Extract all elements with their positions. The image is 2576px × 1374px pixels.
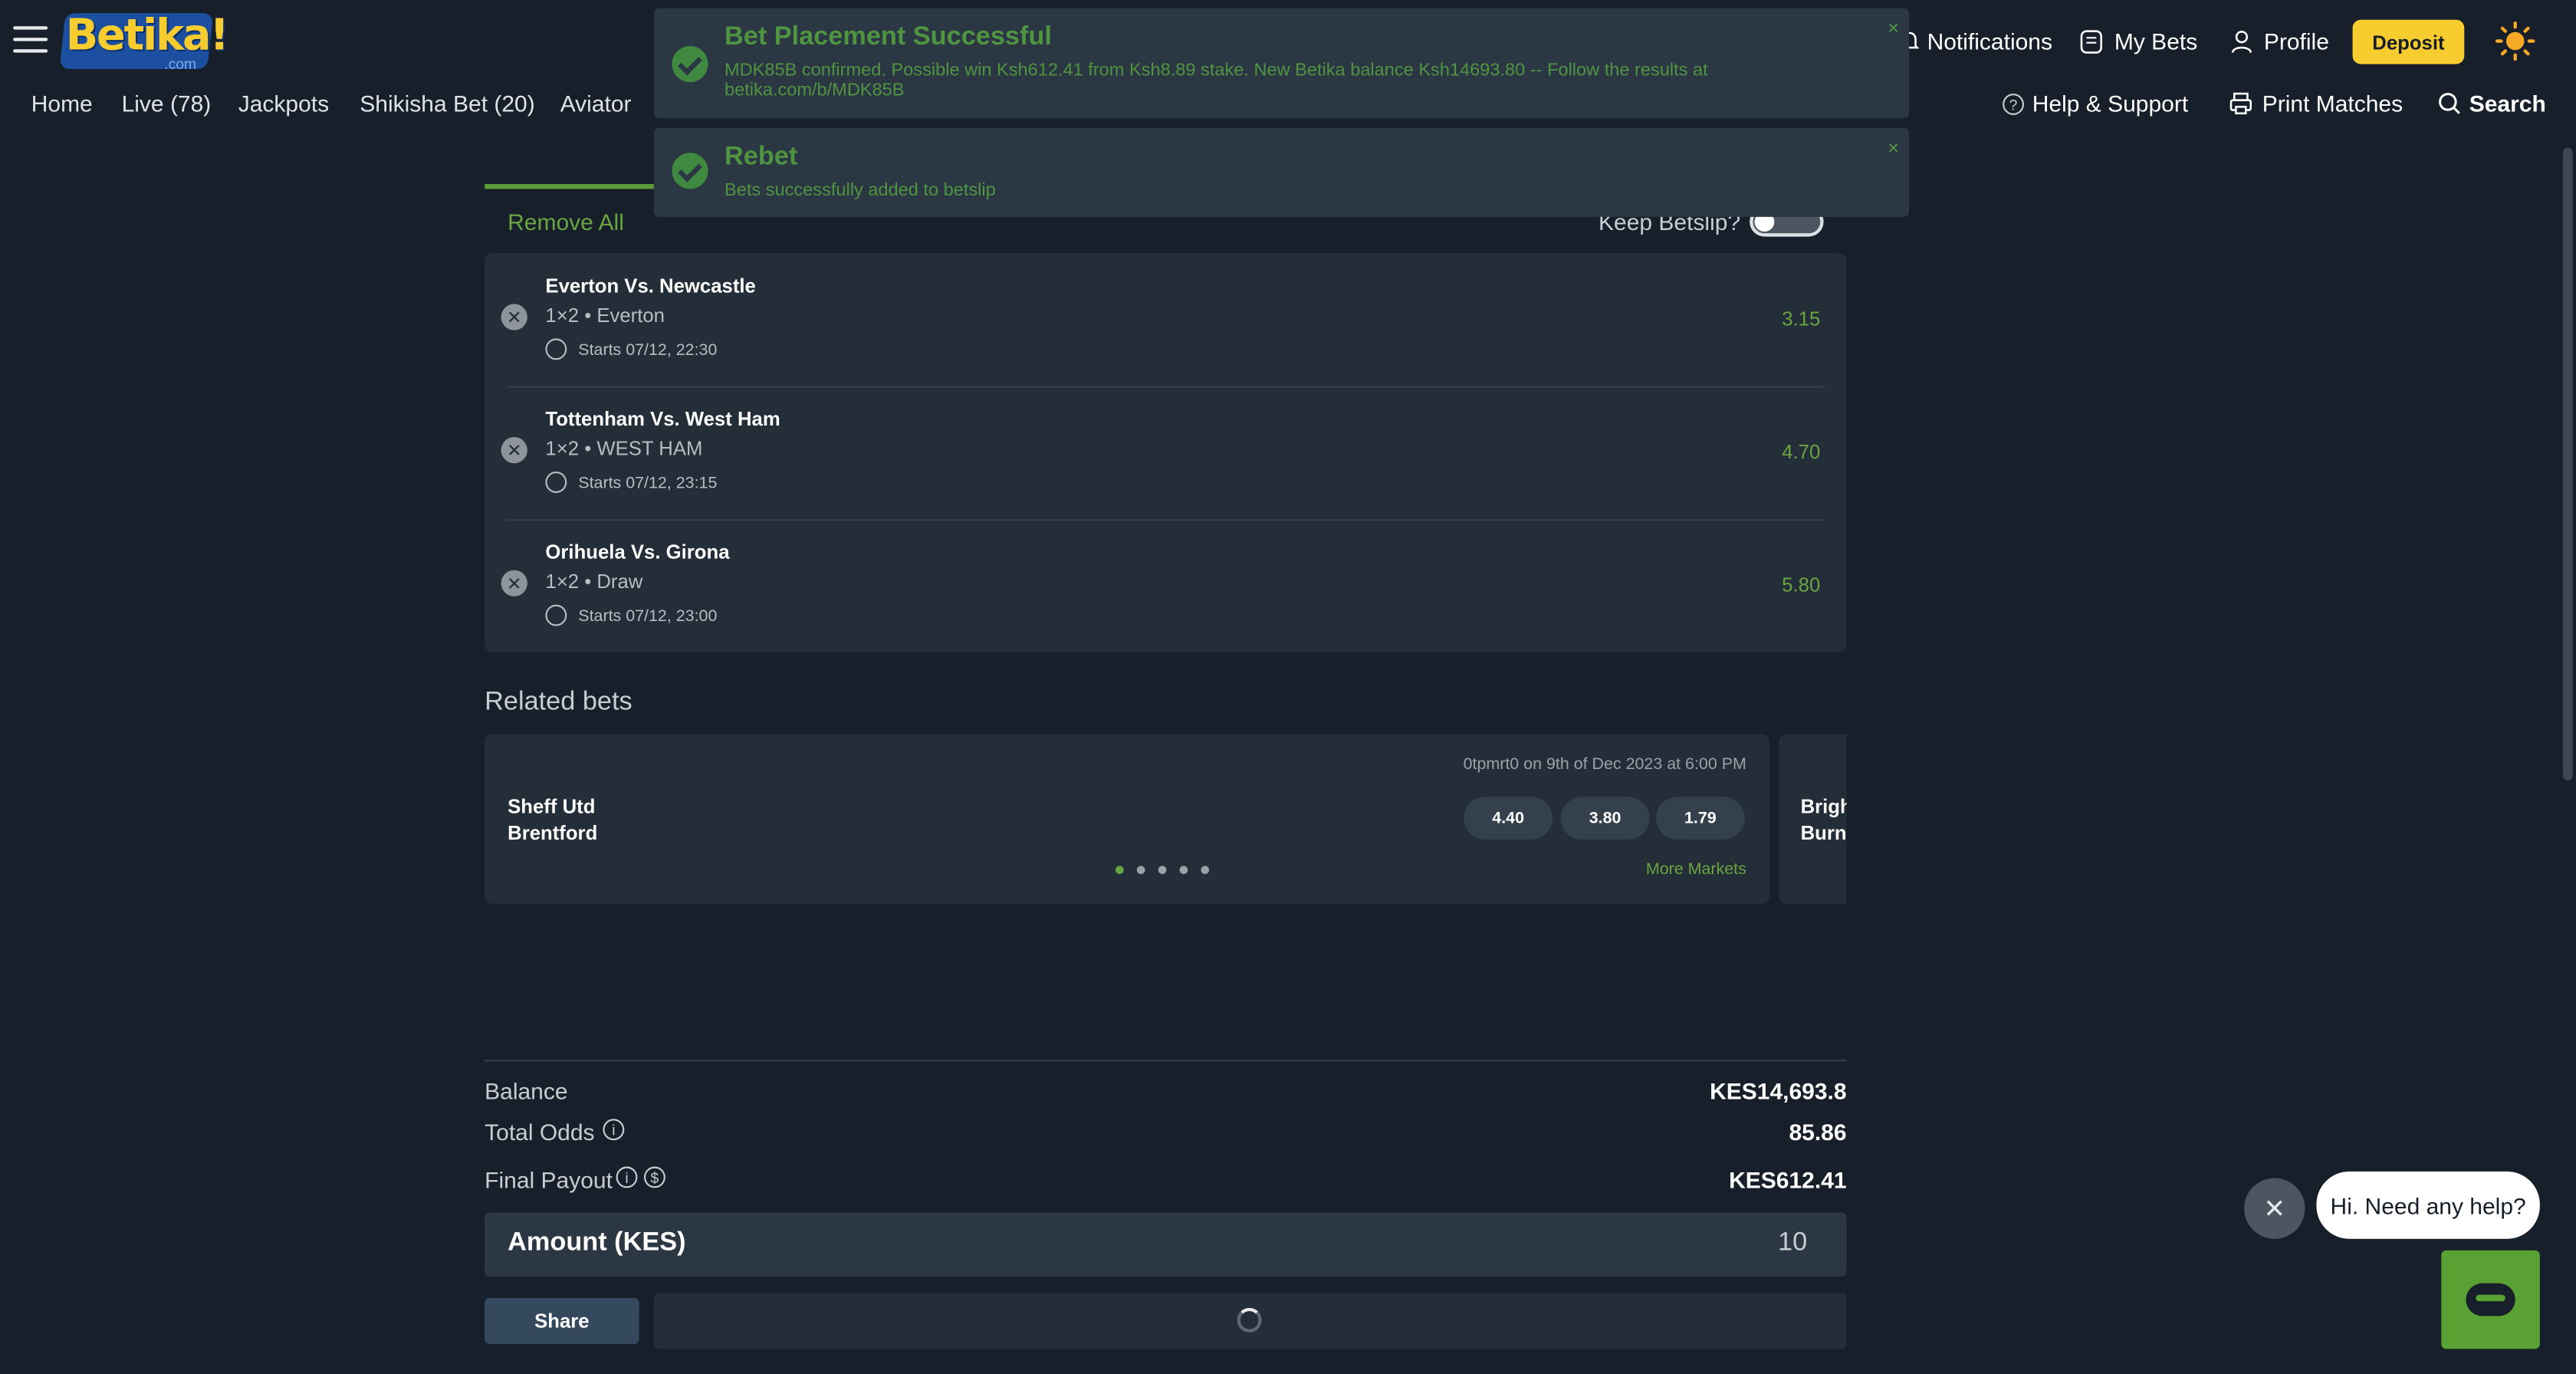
remove-bet-icon[interactable]: ✕ <box>501 304 527 330</box>
help-icon: ? <box>2003 94 2024 115</box>
amount-input[interactable]: Amount (KES) 10 <box>485 1212 1847 1277</box>
bet-market: 1×2 • WEST HAM <box>545 437 703 460</box>
carousel-dots[interactable] <box>1116 866 1210 874</box>
close-icon[interactable]: × <box>1888 136 1899 159</box>
final-payout-value: KES612.41 <box>1729 1166 1847 1193</box>
logo-suffix: .com <box>164 55 197 73</box>
close-icon[interactable]: × <box>1888 16 1899 39</box>
user-icon <box>2231 31 2252 53</box>
related-bet-card[interactable]: 0tpmrt0 on 9th of Dec 2023 at 6:00 PM Sh… <box>485 734 1769 904</box>
coins-icon[interactable]: $ <box>644 1166 665 1188</box>
logo[interactable]: Betika! <box>66 12 229 61</box>
profile-link[interactable]: Profile <box>2264 28 2329 54</box>
amount-label: Amount (KES) <box>508 1228 686 1257</box>
bet-match: Everton Vs. Newcastle <box>545 274 756 297</box>
chat-close-button[interactable]: ✕ <box>2244 1178 2305 1239</box>
bet-market: 1×2 • Everton <box>545 304 665 327</box>
bet-start-time: Starts 07/12, 22:30 <box>578 341 718 360</box>
printer-icon <box>2229 92 2252 115</box>
more-markets-link[interactable]: More Markets <box>1646 861 1746 879</box>
betslip-tab-indicator <box>485 184 658 189</box>
toast-body: Bets successfully added to betslip <box>724 180 996 201</box>
odd-away-button[interactable]: 1.79 <box>1656 797 1745 840</box>
bet-match: Tottenham Vs. West Ham <box>545 407 780 431</box>
final-payout-label: Final Payout <box>485 1166 613 1193</box>
remove-bet-icon[interactable]: ✕ <box>501 570 527 597</box>
place-bet-button[interactable] <box>653 1293 1847 1349</box>
odd-draw-button[interactable]: 3.80 <box>1560 797 1650 840</box>
nav-shikisha-bet[interactable]: Shikisha Bet (20) <box>360 90 534 117</box>
bet-start-time: Starts 07/12, 23:15 <box>578 475 718 493</box>
remove-bet-icon[interactable]: ✕ <box>501 437 527 464</box>
help-support-link[interactable]: Help & Support <box>2032 90 2188 117</box>
info-icon[interactable]: i <box>616 1166 638 1188</box>
deposit-button[interactable]: Deposit <box>2352 19 2465 64</box>
related-away-team: Burnl <box>1800 821 1847 845</box>
related-away-team: Brentford <box>508 821 598 845</box>
notifications-link[interactable]: Notifications <box>1927 28 2052 54</box>
related-bet-card[interactable]: Brigh Burnl <box>1779 734 1847 904</box>
amount-value[interactable]: 10 <box>1778 1229 1807 1259</box>
nav-home[interactable]: Home <box>31 90 93 117</box>
clock-icon <box>545 604 567 626</box>
total-odds-label: Total Odds <box>485 1119 595 1146</box>
balance-label: Balance <box>485 1077 568 1104</box>
toast-title: Rebet <box>724 143 798 171</box>
related-date: 0tpmrt0 on 9th of Dec 2023 at 6:00 PM <box>1463 755 1746 774</box>
bet-market: 1×2 • Draw <box>545 570 643 593</box>
chat-greeting[interactable]: Hi. Need any help? <box>2316 1171 2540 1239</box>
remove-all-button[interactable]: Remove All <box>508 209 624 235</box>
nav-aviator[interactable]: Aviator <box>560 90 632 117</box>
chat-icon <box>2466 1283 2515 1316</box>
search-link[interactable]: Search <box>2469 90 2546 117</box>
odd-home-button[interactable]: 4.40 <box>1464 797 1552 840</box>
print-matches-link[interactable]: Print Matches <box>2262 90 2403 117</box>
bet-odd: 5.80 <box>1782 573 1821 597</box>
related-home-team: Sheff Utd <box>508 795 596 819</box>
toast-title: Bet Placement Successful <box>724 23 1052 51</box>
loading-spinner-icon <box>1237 1307 1262 1333</box>
betslip-list: ✕ Everton Vs. Newcastle 1×2 • Everton St… <box>485 253 1847 652</box>
bet-odd: 3.15 <box>1782 307 1821 330</box>
bet-item: ✕ Tottenham Vs. West Ham 1×2 • WEST HAM … <box>485 386 1846 520</box>
nav-live[interactable]: Live (78) <box>122 90 212 117</box>
bet-start-time: Starts 07/12, 23:00 <box>578 607 718 626</box>
total-odds-value: 85.86 <box>1789 1119 1847 1146</box>
nav-jackpots[interactable]: Jackpots <box>238 90 329 117</box>
toast-bet-success: Bet Placement Successful MDK85B confirme… <box>653 8 1909 119</box>
related-home-team: Brigh <box>1800 795 1847 819</box>
receipt-icon <box>2080 30 2103 54</box>
bet-item: ✕ Everton Vs. Newcastle 1×2 • Everton St… <box>485 253 1846 386</box>
sun-icon[interactable] <box>2496 21 2535 61</box>
balance-value: KES14,693.8 <box>1710 1077 1847 1104</box>
toast-rebet: Rebet Bets successfully added to betslip… <box>653 128 1909 217</box>
related-bets-title: Related bets <box>485 688 632 717</box>
scrollbar[interactable] <box>2562 147 2573 781</box>
toast-body: MDK85B confirmed. Possible win Ksh612.41… <box>724 61 1708 100</box>
bet-item: ✕ Orihuela Vs. Girona 1×2 • Draw Starts … <box>485 519 1846 652</box>
my-bets-link[interactable]: My Bets <box>2114 28 2197 54</box>
share-button[interactable]: Share <box>485 1297 639 1344</box>
chat-launcher-button[interactable] <box>2441 1250 2540 1349</box>
search-icon <box>2439 93 2460 114</box>
clock-icon <box>545 338 567 360</box>
menu-icon[interactable] <box>13 26 48 54</box>
bet-match: Orihuela Vs. Girona <box>545 541 730 564</box>
clock-icon <box>545 472 567 493</box>
check-icon <box>672 153 708 189</box>
info-icon[interactable]: i <box>603 1119 625 1141</box>
divider <box>485 1060 1847 1062</box>
check-icon <box>672 46 708 83</box>
bet-odd: 4.70 <box>1782 440 1821 464</box>
